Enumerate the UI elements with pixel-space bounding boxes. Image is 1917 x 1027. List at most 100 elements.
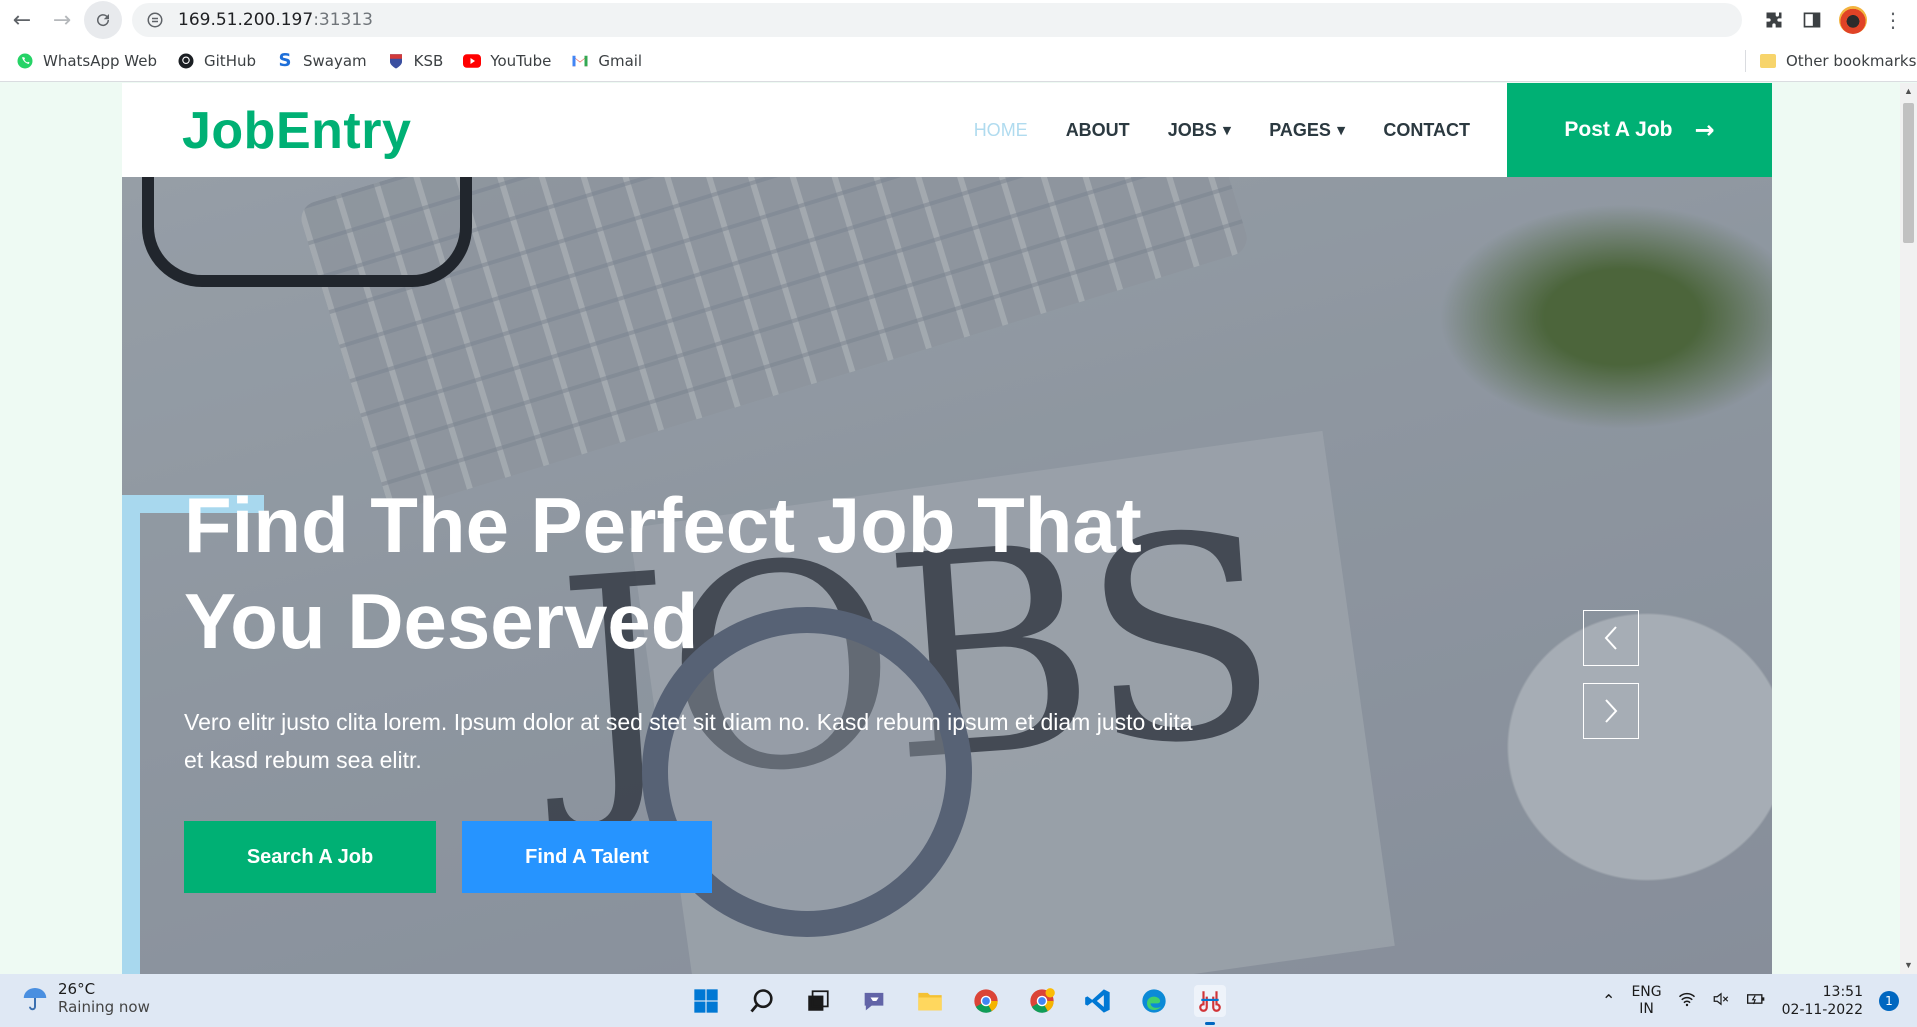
volume-muted-icon[interactable] [1712,991,1730,1011]
hero-title-line: You Deserved [184,577,699,665]
menu-label: HOME [973,119,1028,140]
snipping-tool-icon[interactable] [1194,984,1226,1025]
site-brand[interactable]: JobEntry [182,101,411,161]
chrome-icon[interactable] [970,985,1002,1017]
bookmark-label: WhatsApp Web [43,51,158,70]
search-a-job-button[interactable]: Search A Job [184,821,436,893]
main-menu: HOME ABOUT JOBS ▼ PAGES ▼ CONTACT [974,83,1470,177]
youtube-icon [463,52,482,70]
bookmarks-bar: WhatsApp Web GitHub S Swayam KSB YouTube… [0,40,1917,82]
url-host: 169.51.200.197 [178,10,314,30]
ksb-icon [387,52,405,70]
post-a-job-label: Post A Job [1564,118,1673,141]
bookmark-label: Gmail [598,51,643,70]
site-navbar: JobEntry HOME ABOUT JOBS ▼ PAGES ▼ CONTACT… [122,83,1772,177]
jobentry-site: JobEntry HOME ABOUT JOBS ▼ PAGES ▼ CONTACT… [122,83,1772,974]
notification-badge[interactable]: 1 [1879,990,1899,1011]
menu-item-jobs[interactable]: JOBS ▼ [1168,120,1232,141]
task-view-icon[interactable] [802,985,834,1017]
bookmark-gmail[interactable]: Gmail [571,52,642,70]
taskbar-apps [690,974,1226,1027]
other-bookmarks[interactable]: Other bookmarks [1760,40,1916,82]
swayam-icon: S [278,50,292,71]
side-panel-icon[interactable] [1801,9,1823,31]
hero-carousel: JOBS Find The Perfect Job That You Deser… [122,177,1772,974]
weather-widget[interactable]: 26°C Raining now [20,980,150,1016]
page-viewport: JobEntry HOME ABOUT JOBS ▼ PAGES ▼ CONTACT… [0,83,1917,974]
rain-umbrella-icon [23,988,47,1011]
menu-label: ABOUT [1065,119,1130,140]
weather-temp: 26°C [58,980,96,998]
weather-condition: Raining now [58,998,150,1016]
chrome-profile-icon[interactable] [1026,985,1058,1017]
edge-icon[interactable] [1138,985,1170,1017]
bookmark-swayam[interactable]: S Swayam [276,50,367,71]
hero-content: Find The Perfect Job That You Deserved V… [184,477,1284,893]
address-bar[interactable]: 169.51.200.197:31313 [132,3,1742,37]
windows-start-icon[interactable] [690,985,722,1017]
battery-charging-icon[interactable] [1746,991,1766,1011]
folder-icon [1760,54,1776,68]
chevron-left-icon [1604,626,1617,650]
language-indicator[interactable]: ENG IN [1631,984,1661,1018]
menu-label: CONTACT [1383,119,1470,140]
reload-button[interactable] [84,1,122,39]
menu-item-home[interactable]: HOME [974,120,1028,141]
menu-label: PAGES [1269,119,1331,140]
teams-chat-icon[interactable] [858,985,890,1017]
clock-date: 02-11-2022 [1781,1001,1863,1018]
profile-avatar[interactable] [1839,6,1867,34]
os-taskbar: 26°C Raining now ⌃ ENG IN 13:51 02-11-20… [0,974,1917,1027]
gmail-icon [571,52,589,70]
system-clock[interactable]: 13:51 02-11-2022 [1782,983,1863,1019]
carousel-next-button[interactable] [1583,683,1639,739]
github-icon [177,52,195,70]
browser-menu-icon[interactable]: ⋮ [1883,8,1903,32]
scrollbar-thumb[interactable] [1903,103,1914,243]
extensions-icon[interactable] [1763,9,1785,31]
scroll-down-icon[interactable]: ▼ [1900,957,1917,974]
bookmark-label: KSB [413,51,444,70]
menu-label: JOBS [1167,119,1217,140]
bookmark-whatsapp[interactable]: WhatsApp Web [16,52,157,70]
menu-item-about[interactable]: ABOUT [1066,120,1130,141]
wifi-icon[interactable] [1678,991,1696,1011]
reload-icon [97,14,110,27]
hero-buttons: Search A Job Find A Talent [184,821,1284,893]
arrow-right-icon: → [1694,116,1715,144]
find-a-talent-button[interactable]: Find A Talent [462,821,712,893]
bookmark-label: GitHub [204,51,256,70]
bookmark-label: YouTube [490,51,552,70]
browser-toolbar: ← → 169.51.200.197:31313 ⋮ [0,0,1917,40]
chevron-right-icon [1605,699,1618,723]
hero-description: Vero elitr justo clita lorem. Ipsum dolo… [184,709,1193,773]
bookmarks-separator [1745,50,1746,72]
bookmark-ksb[interactable]: KSB [387,51,444,70]
bookmark-label: Swayam [303,51,367,70]
bookmark-github[interactable]: GitHub [177,52,256,70]
menu-item-pages[interactable]: PAGES ▼ [1269,120,1345,141]
file-explorer-icon[interactable] [914,985,946,1017]
vscode-icon[interactable] [1082,985,1114,1017]
chevron-down-icon: ▼ [1336,123,1346,137]
chevron-down-icon: ▼ [1222,123,1232,137]
chevron-up-icon[interactable]: ⌃ [1602,991,1615,1010]
carousel-prev-button[interactable] [1583,610,1639,666]
search-icon[interactable] [746,985,778,1017]
scroll-up-icon[interactable]: ▲ [1900,83,1917,100]
url-port: :31313 [313,10,373,30]
language-code: ENG [1631,983,1662,1000]
other-bookmarks-label: Other bookmarks [1786,52,1917,70]
page-scrollbar[interactable]: ▲ ▼ [1900,83,1917,974]
menu-item-contact[interactable]: CONTACT [1383,120,1470,141]
back-button[interactable]: ← [4,2,40,38]
whatsapp-icon [16,52,34,70]
bookmark-youtube[interactable]: YouTube [463,52,551,70]
forward-button[interactable]: → [44,2,80,38]
hero-title-line: Find The Perfect Job That [184,481,1142,569]
post-a-job-button[interactable]: Post A Job → [1507,83,1772,177]
system-tray: ⌃ ENG IN 13:51 02-11-2022 1 [1602,974,1899,1027]
hero-title: Find The Perfect Job That You Deserved [184,477,1284,669]
clock-time: 13:51 [1822,983,1863,1000]
site-info-icon[interactable] [146,11,164,29]
